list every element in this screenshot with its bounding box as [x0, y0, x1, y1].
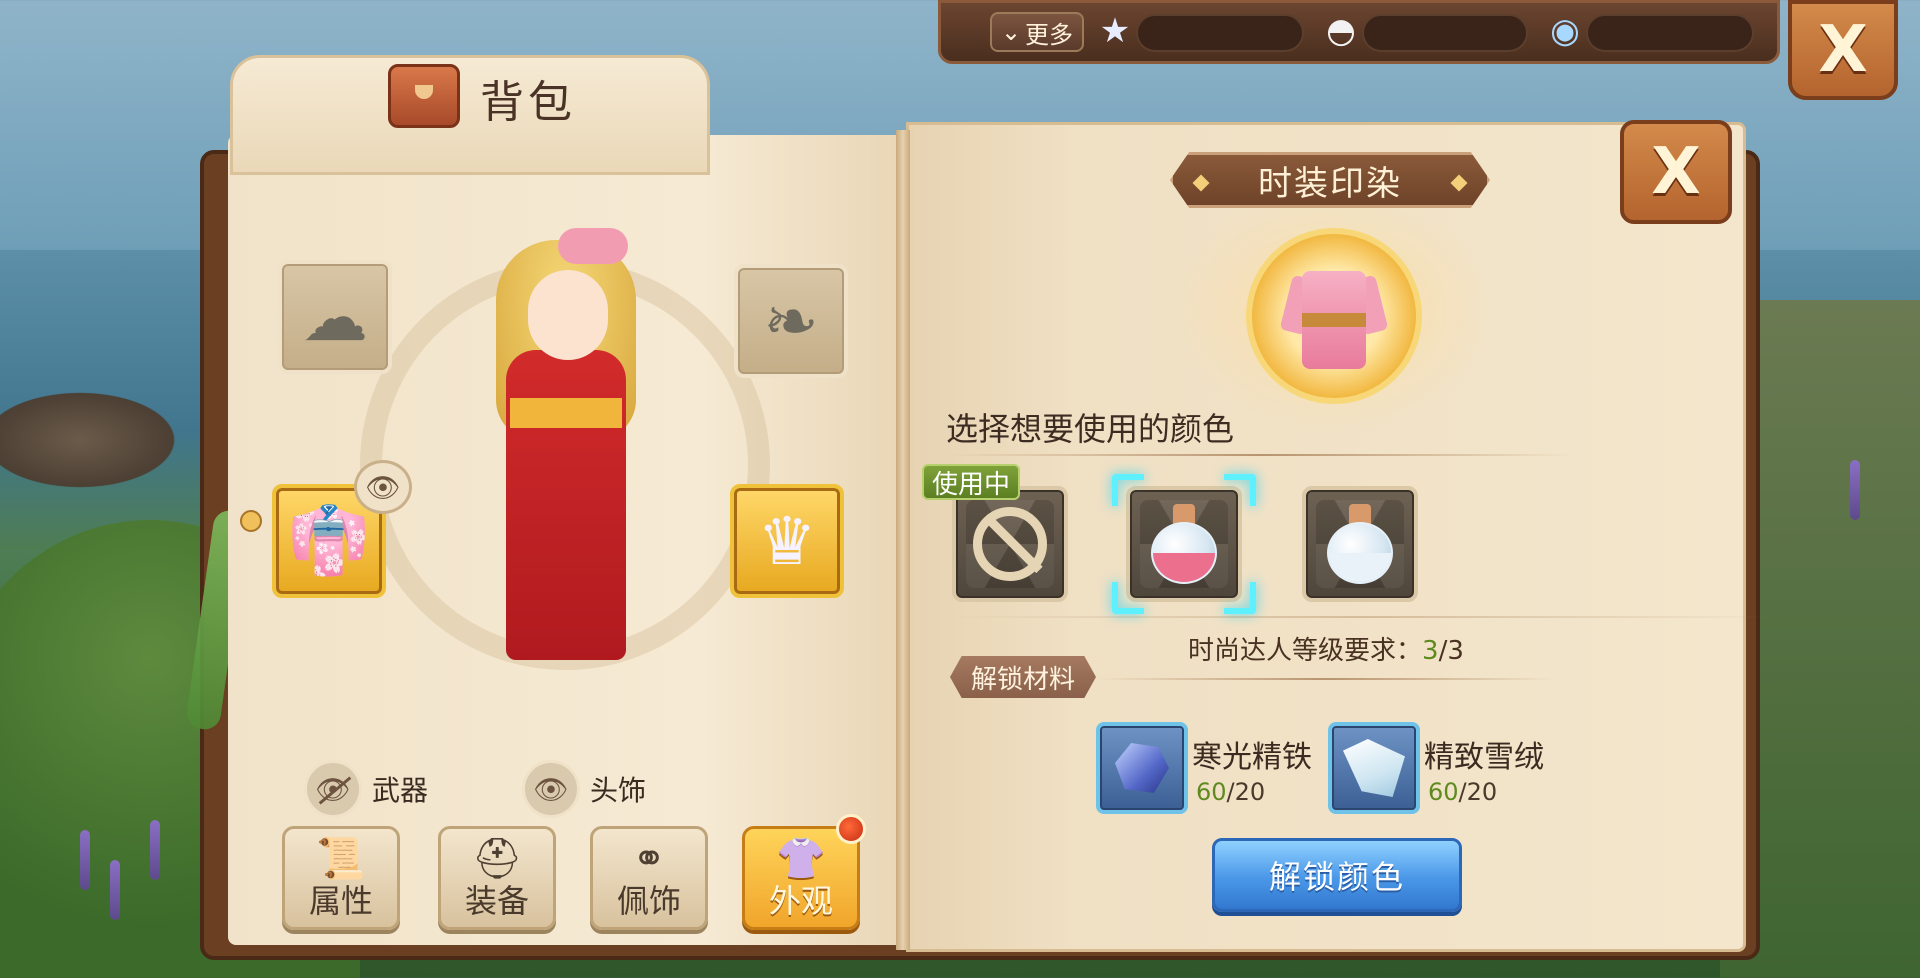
- toggle-weapon[interactable]: 👁 武器: [304, 760, 428, 818]
- close-dye-button[interactable]: X: [1620, 120, 1732, 224]
- hair-slot[interactable]: ☁: [278, 260, 392, 374]
- dye-target-item: [1246, 228, 1422, 404]
- dye-title-banner: 时装印染: [1170, 152, 1490, 208]
- book-spine: [896, 130, 910, 950]
- divider: [946, 454, 1576, 456]
- character-model[interactable]: [476, 220, 676, 740]
- currency-spiral-value: [1586, 14, 1754, 52]
- white-fluff-icon: [1343, 739, 1405, 797]
- color-option-none[interactable]: [952, 486, 1068, 602]
- material-count: 60/20: [1428, 778, 1498, 806]
- diamond-icon: [1450, 174, 1468, 192]
- divider: [946, 616, 1776, 618]
- tab-accessories[interactable]: ⚭ 佩饰: [590, 826, 708, 930]
- backpack-tab[interactable]: [230, 55, 710, 175]
- dye-title: 时装印染: [1258, 163, 1402, 204]
- accessory-slot[interactable]: ♛: [730, 484, 844, 598]
- game-logo: [1540, 816, 1860, 936]
- eye-off-icon: 👁: [304, 760, 362, 818]
- in-use-badge: 使用中: [922, 464, 1020, 500]
- page-title: 背包: [480, 77, 576, 128]
- tab-equipment[interactable]: ⛑ 装备: [438, 826, 556, 930]
- wing-slot[interactable]: ❧: [734, 264, 848, 378]
- notification-dot: [836, 814, 866, 844]
- character-kimono: [506, 350, 626, 660]
- unlock-color-button[interactable]: 解锁颜色: [1212, 838, 1462, 912]
- rings-icon: ⚭: [632, 836, 666, 882]
- color-option-white[interactable]: [1302, 486, 1418, 602]
- material-slot[interactable]: [1096, 722, 1188, 814]
- backpack-icon: [388, 64, 460, 128]
- level-requirement-label: 时尚达人等级要求：: [1188, 636, 1423, 666]
- tab-attributes[interactable]: 📜 属性: [282, 826, 400, 930]
- background-flower: [1850, 460, 1860, 520]
- star-icon: ★: [1099, 11, 1131, 51]
- more-button[interactable]: ⌄ 更多: [990, 12, 1084, 52]
- toggle-weapon-label: 武器: [372, 774, 429, 807]
- tab-attributes-label: 属性: [308, 882, 373, 920]
- scroll-icon: 📜: [316, 836, 366, 882]
- chevron-down-icon: ⌄: [1000, 18, 1022, 46]
- shell-icon: ◓: [1326, 11, 1356, 51]
- toggle-headwear-label: 头饰: [590, 774, 647, 807]
- character-obi: [510, 398, 622, 428]
- level-requirement: 时尚达人等级要求：3/3: [1188, 630, 1464, 667]
- material-name: 精致雪绒: [1424, 740, 1544, 775]
- materials-tag: 解锁材料: [950, 656, 1096, 698]
- character-face: [528, 270, 608, 360]
- level-required: /3: [1438, 636, 1464, 666]
- material-slot[interactable]: [1328, 722, 1420, 814]
- costume-icon: 👚: [776, 836, 826, 882]
- prohibited-icon: [973, 507, 1047, 581]
- more-button-label: 更多: [1025, 20, 1074, 49]
- wing-icon: ❧: [763, 282, 819, 360]
- tab-accessories-label: 佩饰: [616, 882, 681, 920]
- divider: [1096, 678, 1556, 680]
- material-name: 寒光精铁: [1192, 740, 1312, 775]
- hair-icon: ☁: [302, 278, 368, 356]
- close-main-button[interactable]: X: [1788, 0, 1898, 100]
- pink-kimono-icon: [1279, 263, 1389, 369]
- selection-frame: [1112, 474, 1256, 614]
- diamond-icon: [1192, 174, 1210, 192]
- tab-appearance-label: 外观: [768, 882, 833, 920]
- currency-shell-value: [1362, 14, 1528, 52]
- background-flower: [80, 830, 90, 890]
- character-hair-bow: [558, 228, 628, 264]
- background-flower: [110, 860, 120, 920]
- white-potion-icon: [1325, 504, 1395, 584]
- tab-equipment-label: 装备: [464, 882, 529, 920]
- choose-color-label: 选择想要使用的颜色: [946, 410, 1235, 448]
- eye-icon[interactable]: 👁: [354, 460, 412, 514]
- toggle-headwear[interactable]: 👁 头饰: [522, 760, 646, 818]
- blue-ore-icon: [1115, 743, 1169, 793]
- material-count: 60/20: [1196, 778, 1266, 806]
- spiral-shell-icon: ◉: [1550, 11, 1580, 51]
- background-flower: [150, 820, 160, 880]
- helmet-icon: ⛑: [471, 836, 523, 882]
- pin-icon: [240, 510, 262, 532]
- currency-star-value: [1136, 14, 1304, 52]
- background-tree: [0, 380, 200, 500]
- level-current: 3: [1422, 636, 1439, 666]
- eye-icon: 👁: [522, 760, 580, 818]
- winged-crown-icon: ♛: [757, 502, 817, 580]
